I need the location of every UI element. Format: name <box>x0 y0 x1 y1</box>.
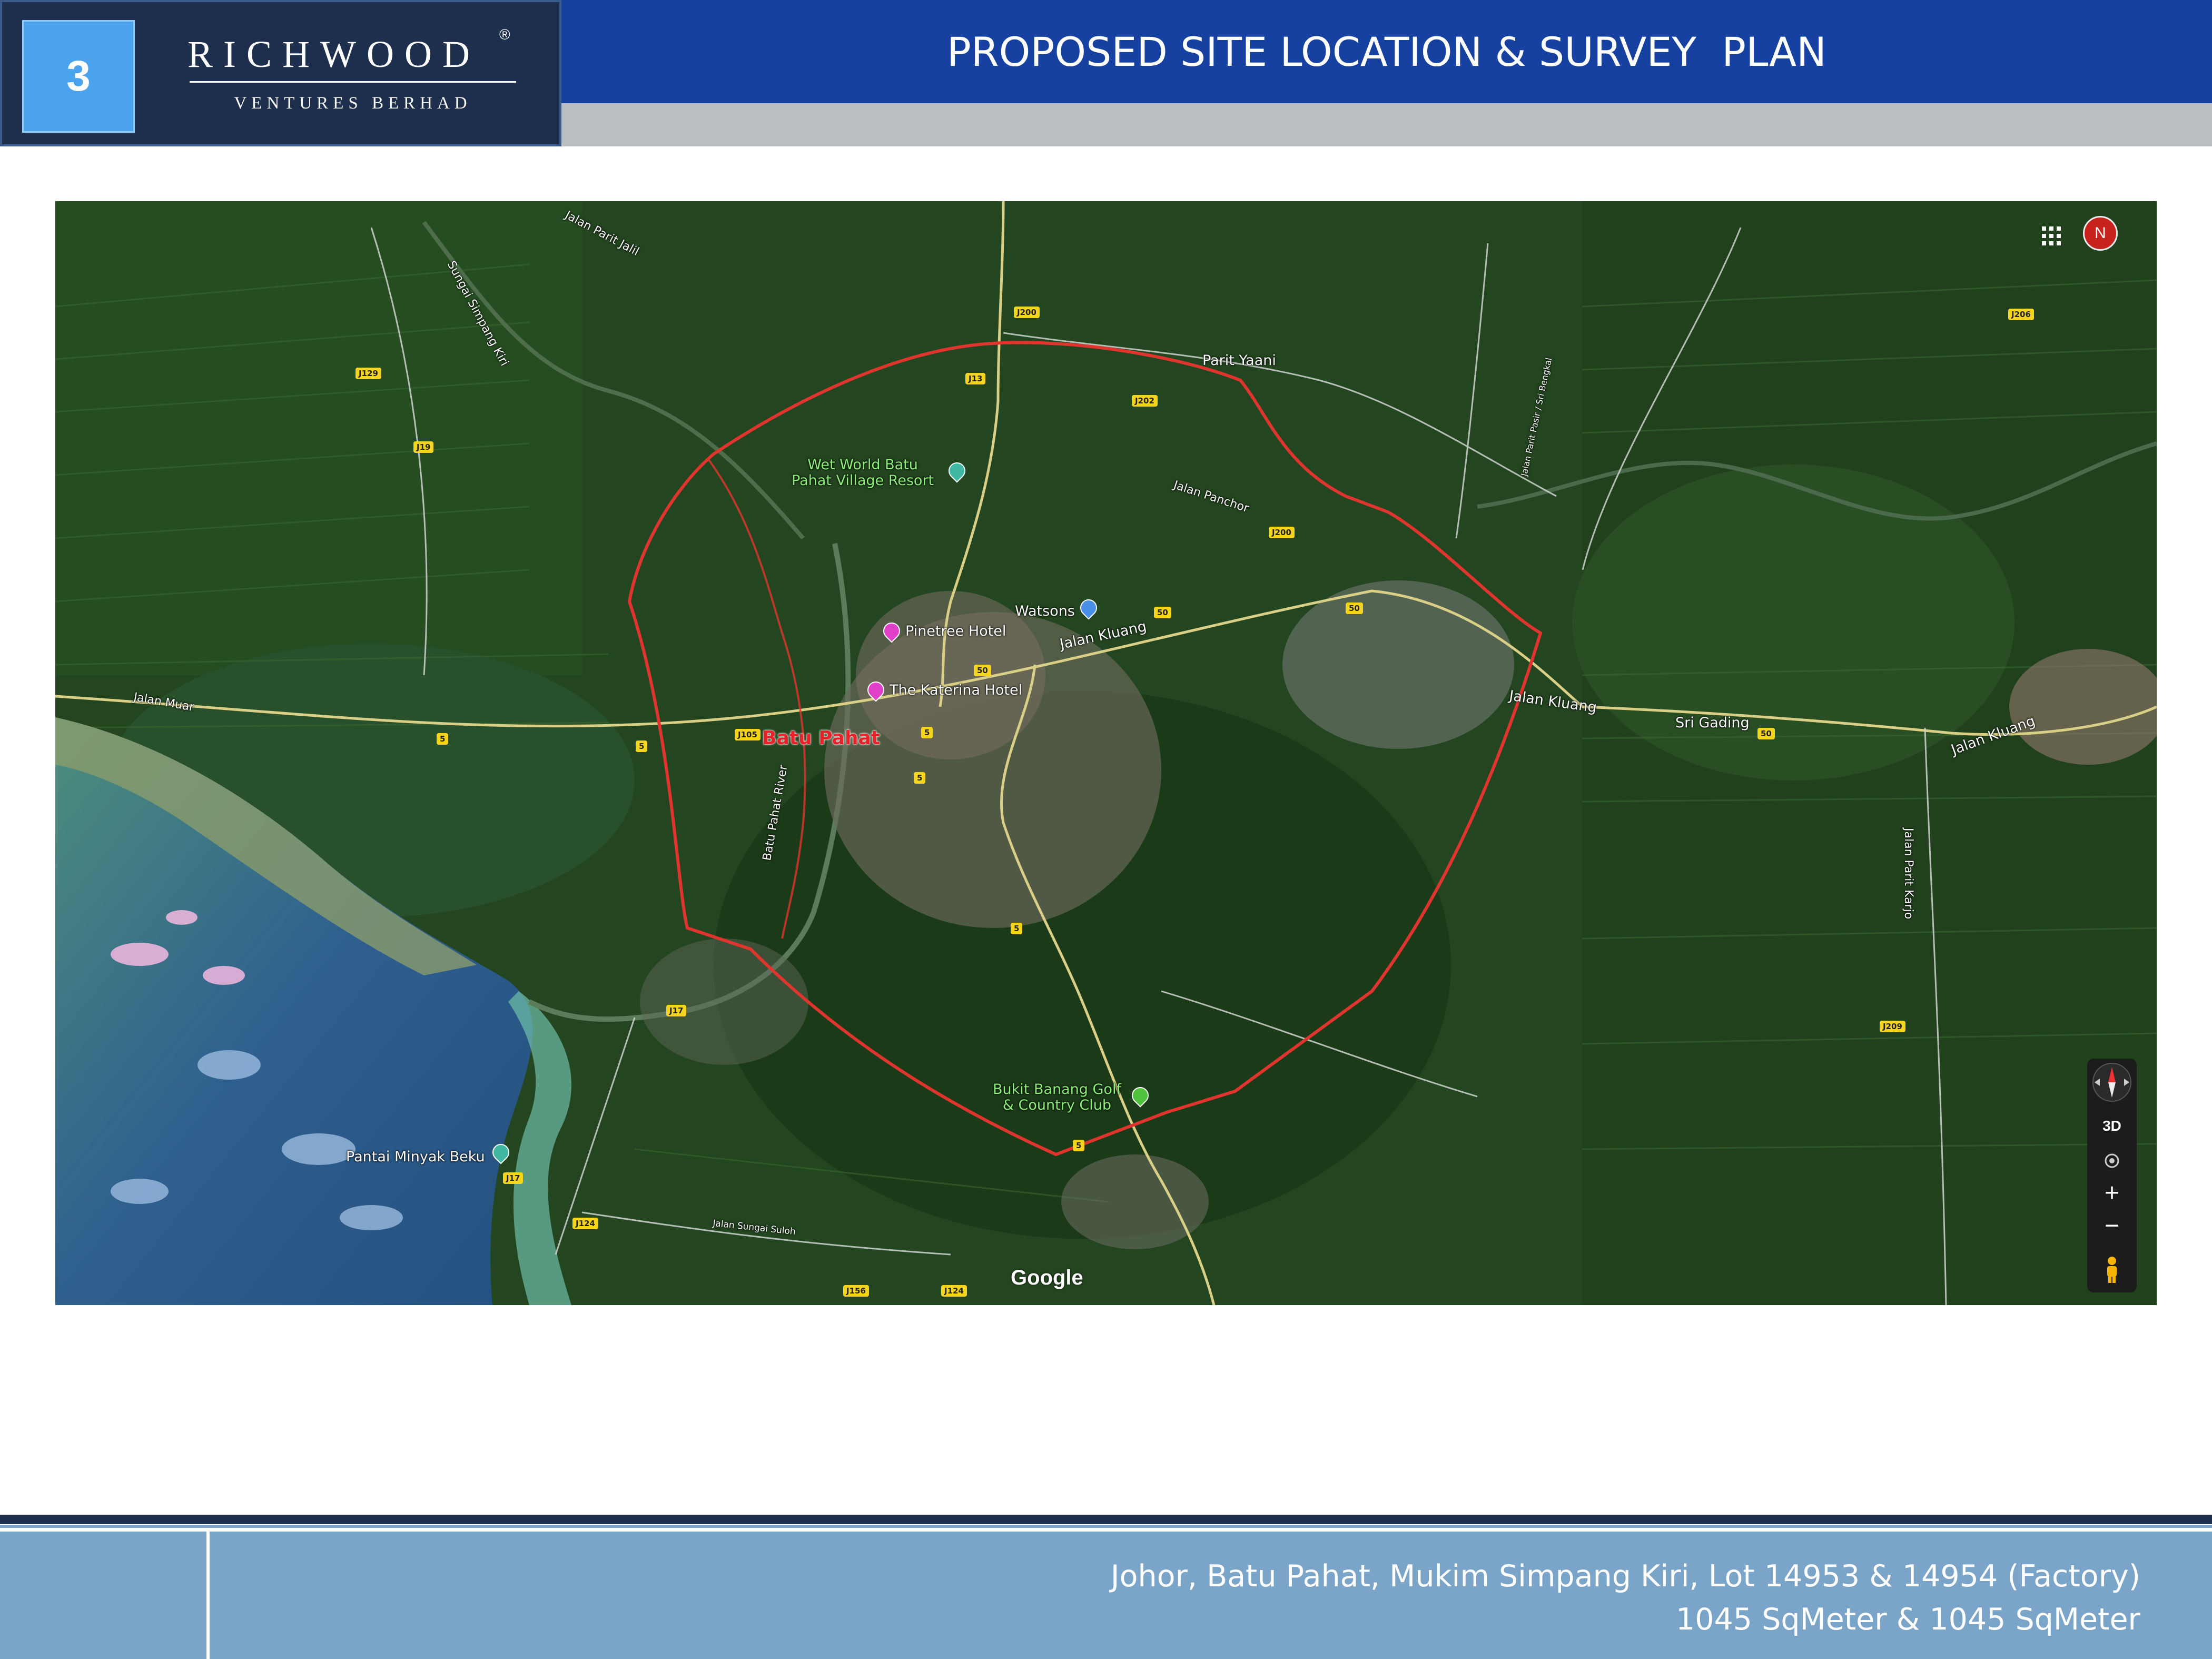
footer-rule-light <box>0 1525 2212 1528</box>
brand-subtitle: VENTURES BERHAD <box>234 94 472 113</box>
footer-area: 1045 SqMeter & 1045 SqMeter <box>1676 1602 2140 1637</box>
footer-bar <box>0 1532 2212 1659</box>
satellite-map[interactable]: Sungai Simpang Kiri Jalan Parit Jalil Pa… <box>55 201 2157 1305</box>
brand-divider <box>190 81 516 83</box>
zoom-out-button[interactable]: − <box>2087 1211 2137 1240</box>
road-sign: J202 <box>1132 395 1158 407</box>
title-underbar <box>561 103 2212 146</box>
page-title: PROPOSED SITE LOCATION & SURVEY PLAN <box>946 28 1827 75</box>
label-sri-gading: Sri Gading <box>1675 715 1750 731</box>
label-jalan-parit-karjo: Jalan Parit Karjo <box>1902 828 1915 920</box>
road-sign: J200 <box>1269 527 1295 538</box>
user-avatar[interactable]: N <box>2083 216 2118 251</box>
map-terrain <box>55 201 2157 1305</box>
zoom-in-button[interactable]: + <box>2087 1179 2137 1208</box>
my-location-icon[interactable] <box>2087 1150 2137 1171</box>
road-sign: 50 <box>1346 603 1363 614</box>
road-sign: 5 <box>636 740 648 752</box>
road-sign: J209 <box>1880 1021 1905 1032</box>
google-watermark: Google <box>1011 1266 1083 1289</box>
road-sign: 50 <box>974 665 991 676</box>
road-sign: 5 <box>1011 923 1023 934</box>
road-sign: 50 <box>1757 728 1775 739</box>
road-sign: 5 <box>921 727 933 738</box>
road-sign: 50 <box>1154 607 1171 618</box>
road-sign: 5 <box>914 772 926 784</box>
footer-location: Johor, Batu Pahat, Mukim Simpang Kiri, L… <box>1110 1559 2140 1594</box>
label-watsons[interactable]: Watsons <box>1015 604 1075 619</box>
label-batu-pahat: Batu Pahat <box>762 727 880 749</box>
footer-divider <box>206 1532 210 1659</box>
label-katerina-hotel[interactable]: The Katerina Hotel <box>890 683 1022 698</box>
label-pinetree-hotel[interactable]: Pinetree Hotel <box>905 624 1006 639</box>
road-sign: J129 <box>355 368 381 379</box>
3d-toggle-button[interactable]: 3D <box>2087 1118 2137 1134</box>
road-sign: J200 <box>1014 307 1040 318</box>
footer-rule-dark <box>0 1515 2212 1524</box>
label-parit-yaani: Parit Yaani <box>1202 352 1276 369</box>
road-sign: J13 <box>965 373 986 384</box>
label-wet-world-resort[interactable]: Wet World Batu Pahat Village Resort <box>792 457 934 489</box>
road-sign: J124 <box>941 1285 967 1297</box>
apps-grid-icon[interactable] <box>2042 226 2061 245</box>
compass-icon[interactable] <box>2087 1059 2137 1106</box>
map-controls: 3D + − <box>2087 1059 2137 1292</box>
page-number-badge: 3 <box>22 20 135 133</box>
road-sign: J156 <box>843 1285 869 1297</box>
road-sign: 5 <box>437 733 449 745</box>
street-view-pegman-icon[interactable] <box>2087 1253 2137 1285</box>
brand-name: RICHWOOD <box>187 33 480 75</box>
logo-panel: 3 RICHWOOD ® VENTURES BERHAD <box>0 0 561 146</box>
road-sign: 5 <box>1073 1140 1085 1151</box>
road-sign: J105 <box>735 729 761 740</box>
label-bukit-banang-golf[interactable]: Bukit Banang Golf & Country Club <box>993 1082 1121 1113</box>
label-pantai-minyak-beku[interactable]: Pantai Minyak Beku <box>346 1149 485 1165</box>
road-sign: J206 <box>2008 309 2034 320</box>
registered-mark: ® <box>499 26 510 43</box>
road-sign: J19 <box>413 441 434 453</box>
road-sign: J124 <box>572 1218 598 1229</box>
road-sign: J17 <box>503 1172 524 1184</box>
road-sign: J17 <box>666 1005 687 1016</box>
